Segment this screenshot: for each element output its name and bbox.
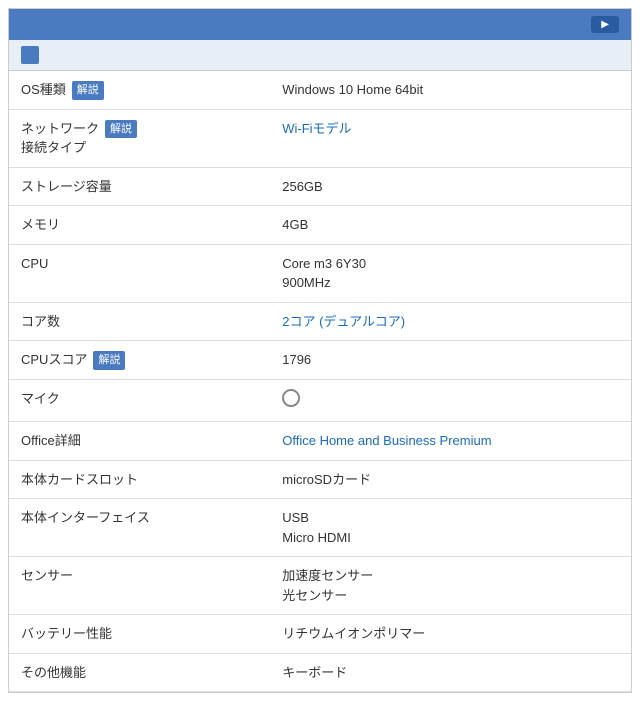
value-text-card_slot: microSDカード — [282, 472, 371, 487]
table-row: 本体カードスロット microSDカード — [9, 460, 631, 499]
value-text-interface: USB Micro HDMI — [282, 510, 351, 545]
label-cell-mic: マイク — [9, 379, 270, 422]
label-text-storage: ストレージ容量 — [21, 177, 112, 197]
table-row: CPUスコア解説 1796 — [9, 341, 631, 380]
label-text-card_slot: 本体カードスロット — [21, 470, 138, 490]
label-cell-card_slot: 本体カードスロット — [9, 460, 270, 499]
label-cell-os: OS種類解説 — [9, 71, 270, 109]
toggle-minus-icon[interactable] — [21, 46, 39, 64]
label-text-memory: メモリ — [21, 215, 60, 235]
value-text-cpu_score: 1796 — [282, 352, 311, 367]
label-text-network: ネットワーク 接続タイプ — [21, 119, 99, 158]
value-cell-network: Wi-Fiモデル — [270, 109, 631, 167]
circle-icon-mic — [282, 389, 300, 407]
label-text-battery: バッテリー性能 — [21, 624, 112, 644]
kaisetsu-badge-cpu_score[interactable]: 解説 — [93, 351, 125, 370]
label-cell-sensor: センサー — [9, 557, 270, 615]
section-toggle-row — [9, 40, 631, 71]
label-cell-cpu: CPU — [9, 244, 270, 302]
label-cell-interface: 本体インターフェイス — [9, 499, 270, 557]
label-text-cpu_score: CPUスコア — [21, 350, 87, 370]
label-cell-cpu_score: CPUスコア解説 — [9, 341, 270, 380]
value-cell-storage: 256GB — [270, 167, 631, 206]
value-cell-memory: 4GB — [270, 206, 631, 245]
kaisetsu-badge-network[interactable]: 解説 — [105, 120, 137, 139]
value-text-os: Windows 10 Home 64bit — [282, 82, 423, 97]
open-all-button[interactable] — [591, 16, 619, 33]
link-cores[interactable]: 2コア (デュアルコア) — [282, 314, 405, 329]
value-text-other: キーボード — [282, 665, 347, 680]
label-text-cpu: CPU — [21, 254, 48, 274]
label-text-sensor: センサー — [21, 566, 73, 586]
table-row: CPU Core m3 6Y30 900MHz — [9, 244, 631, 302]
table-row: その他機能 キーボード — [9, 653, 631, 692]
value-cell-cpu: Core m3 6Y30 900MHz — [270, 244, 631, 302]
value-cell-office: Office Home and Business Premium — [270, 422, 631, 461]
label-text-mic: マイク — [21, 389, 60, 409]
value-text-sensor: 加速度センサー 光センサー — [282, 568, 373, 603]
table-row: コア数 2コア (デュアルコア) — [9, 302, 631, 341]
label-cell-cores: コア数 — [9, 302, 270, 341]
value-cell-sensor: 加速度センサー 光センサー — [270, 557, 631, 615]
label-cell-storage: ストレージ容量 — [9, 167, 270, 206]
label-text-cores: コア数 — [21, 312, 60, 332]
spec-section: OS種類解説Windows 10 Home 64bitネットワーク 接続タイプ解… — [8, 8, 632, 693]
table-row: バッテリー性能 リチウムイオンポリマー — [9, 615, 631, 654]
table-row: マイク — [9, 379, 631, 422]
label-cell-office: Office詳細 — [9, 422, 270, 461]
label-cell-network: ネットワーク 接続タイプ解説 — [9, 109, 270, 167]
label-text-interface: 本体インターフェイス — [21, 508, 150, 528]
table-row: センサー 加速度センサー 光センサー — [9, 557, 631, 615]
value-text-storage: 256GB — [282, 179, 322, 194]
label-cell-other: その他機能 — [9, 653, 270, 692]
spec-header — [9, 9, 631, 40]
table-row: Office詳細 Office Home and Business Premium — [9, 422, 631, 461]
value-text-memory: 4GB — [282, 217, 308, 232]
table-row: ネットワーク 接続タイプ解説 Wi-Fiモデル — [9, 109, 631, 167]
value-cell-cores: 2コア (デュアルコア) — [270, 302, 631, 341]
value-cell-card_slot: microSDカード — [270, 460, 631, 499]
label-cell-battery: バッテリー性能 — [9, 615, 270, 654]
value-cell-os: Windows 10 Home 64bit — [270, 71, 631, 109]
label-text-os: OS種類 — [21, 80, 66, 100]
value-cell-mic — [270, 379, 631, 422]
label-cell-memory: メモリ — [9, 206, 270, 245]
value-cell-interface: USB Micro HDMI — [270, 499, 631, 557]
table-row: 本体インターフェイス USB Micro HDMI — [9, 499, 631, 557]
spec-table: OS種類解説Windows 10 Home 64bitネットワーク 接続タイプ解… — [9, 71, 631, 692]
value-cell-other: キーボード — [270, 653, 631, 692]
value-cell-battery: リチウムイオンポリマー — [270, 615, 631, 654]
label-text-office: Office詳細 — [21, 431, 81, 451]
table-row: ストレージ容量 256GB — [9, 167, 631, 206]
kaisetsu-badge-os[interactable]: 解説 — [72, 81, 104, 100]
table-row: メモリ 4GB — [9, 206, 631, 245]
value-text-cpu: Core m3 6Y30 900MHz — [282, 256, 366, 291]
link-office[interactable]: Office Home and Business Premium — [282, 433, 491, 448]
table-row: OS種類解説 Windows 10 Home 64bit — [9, 71, 631, 109]
label-text-other: その他機能 — [21, 663, 86, 683]
value-cell-cpu_score: 1796 — [270, 341, 631, 380]
link-network[interactable]: Wi-Fiモデル — [282, 121, 351, 136]
value-text-battery: リチウムイオンポリマー — [282, 626, 425, 641]
